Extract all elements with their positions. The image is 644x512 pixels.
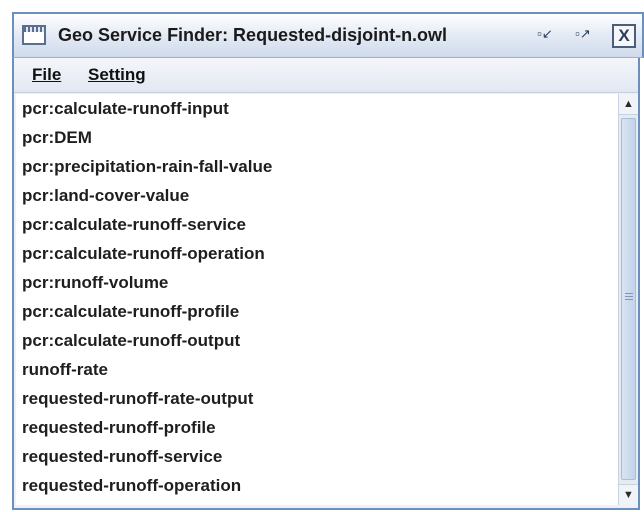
- app-window-icon: [22, 25, 46, 45]
- scroll-down-arrow-icon[interactable]: ▼: [619, 484, 638, 505]
- list-item[interactable]: requested-runoff-operation: [16, 471, 618, 500]
- list-item[interactable]: pcr:DEM: [16, 123, 618, 152]
- list-item[interactable]: pcr:calculate-runoff-service: [16, 210, 618, 239]
- list-item[interactable]: requested-runoff-service: [16, 442, 618, 471]
- list-item[interactable]: runoff-rate: [16, 355, 618, 384]
- list-item[interactable]: requested-runoff-rate-output: [16, 384, 618, 413]
- list-item[interactable]: pcr:calculate-runoff-output: [16, 326, 618, 355]
- list-item[interactable]: pcr:calculate-runoff-profile: [16, 297, 618, 326]
- scroll-up-arrow-icon[interactable]: ▲: [619, 94, 638, 115]
- menu-setting[interactable]: Setting: [88, 65, 146, 85]
- maximize-icon[interactable]: ▫↗: [572, 24, 594, 46]
- list-item[interactable]: pcr:land-cover-value: [16, 181, 618, 210]
- minimize-icon[interactable]: ▫↙: [534, 24, 556, 46]
- window-title: Geo Service Finder: Requested-disjoint-n…: [58, 25, 448, 45]
- vertical-scrollbar[interactable]: ▲ ▼: [618, 94, 638, 505]
- list-item[interactable]: requested-runoff-profile: [16, 413, 618, 442]
- menu-file[interactable]: File: [32, 65, 61, 85]
- menu-file-label: File: [32, 65, 62, 84]
- scrollbar-grip-icon: [625, 293, 633, 301]
- menu-bar: File Setting: [14, 58, 638, 93]
- scrollbar-thumb[interactable]: [621, 118, 636, 480]
- list-item[interactable]: pcr:calculate-runoff-operation: [16, 239, 618, 268]
- list-item[interactable]: pcr:precipitation-rain-fall-value: [16, 152, 618, 181]
- list-item[interactable]: pcr:runoff-volume: [16, 268, 618, 297]
- app-window: Geo Service Finder: Requested-disjoint-n…: [12, 12, 644, 510]
- menu-setting-label: Setting: [88, 65, 146, 84]
- concept-list[interactable]: pcr:calculate-runoff-input pcr:DEM pcr:p…: [16, 94, 618, 505]
- title-bar[interactable]: Geo Service Finder: Requested-disjoint-n…: [12, 12, 644, 58]
- list-item[interactable]: pcr:calculate-runoff-input: [16, 94, 618, 123]
- close-icon[interactable]: X: [612, 24, 636, 48]
